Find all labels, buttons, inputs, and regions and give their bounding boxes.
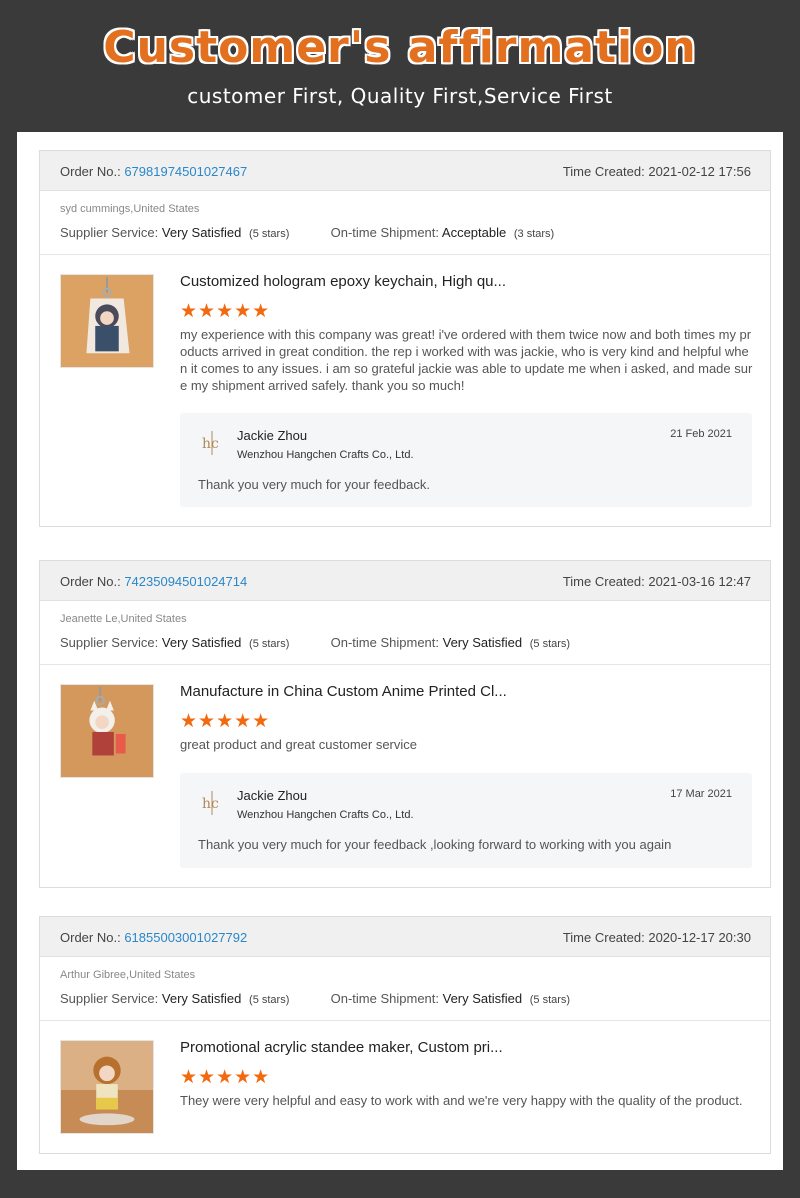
reply-date: 17 Mar 2021 (670, 788, 732, 800)
order-number: Order No.: 67981974501027467 (60, 164, 248, 179)
product-thumbnail[interactable] (60, 1040, 154, 1134)
reply-company: Wenzhou Hangchen Crafts Co., Ltd. (237, 809, 414, 821)
shipment-value: Acceptable (441, 225, 507, 240)
buyer-name: Jeanette Le,United States (60, 613, 187, 625)
supplier-service-value: Very Satisfied (161, 991, 242, 1006)
order-number-link[interactable]: 67981974501027467 (124, 164, 247, 179)
review-comment: my experience with this company was grea… (180, 327, 753, 393)
buyer-name: Arthur Gibree,United States (60, 969, 196, 981)
company-logo-icon: hc (202, 791, 219, 815)
order-number-link[interactable]: 74235094501024714 (124, 574, 247, 589)
reply-message: Thank you very much for your feedback ,l… (198, 837, 672, 852)
svg-text:hc: hc (202, 436, 219, 452)
supplier-reply: hc Jackie Zhou Wenzhou Hangchen Crafts C… (180, 413, 752, 507)
review-card: Order No.: 61855003001027792 Time Create… (39, 916, 771, 1154)
review-card: Order No.: 74235094501024714 Time Create… (39, 560, 771, 888)
supplier-ratings: Supplier Service: Very Satisfied (5 star… (60, 991, 571, 1006)
review-panel-3: Order No.: 61855003001027792 Time Create… (17, 904, 783, 1170)
rating-stars: ★★★★★ (180, 301, 271, 322)
product-thumbnail[interactable] (60, 274, 154, 368)
company-logo-icon: hc (202, 431, 219, 455)
reply-author: Jackie Zhou (237, 788, 308, 803)
review-card: Order No.: 67981974501027467 Time Create… (39, 150, 771, 527)
review-comment: They were very helpful and easy to work … (180, 1093, 743, 1108)
order-number-link[interactable]: 61855003001027792 (124, 930, 247, 945)
review-panel-2: Order No.: 74235094501024714 Time Create… (17, 544, 783, 904)
buyer-info: syd cummings,United States Supplier Serv… (40, 191, 770, 255)
supplier-reply: hc Jackie Zhou Wenzhou Hangchen Crafts C… (180, 773, 752, 868)
reply-company: Wenzhou Hangchen Crafts Co., Ltd. (237, 449, 414, 461)
product-image (61, 685, 153, 777)
order-number: Order No.: 74235094501024714 (60, 574, 248, 589)
card-header: Order No.: 74235094501024714 Time Create… (40, 561, 770, 601)
product-thumbnail[interactable] (60, 684, 154, 778)
page-title: Customer's affirmation (103, 22, 697, 73)
review-comment: great product and great customer service (180, 737, 418, 752)
page-subtitle: customer First, Quality First,Service Fi… (187, 84, 613, 108)
card-header: Order No.: 61855003001027792 Time Create… (40, 917, 770, 957)
product-title[interactable]: Promotional acrylic standee maker, Custo… (180, 1039, 503, 1056)
supplier-ratings: Supplier Service: Very Satisfied (5 star… (60, 635, 571, 650)
time-created: Time Created: 2021-02-12 17:56 (562, 164, 751, 179)
time-created: Time Created: 2021-03-16 12:47 (562, 574, 751, 589)
shipment-value: Very Satisfied (442, 991, 523, 1006)
product-image (61, 275, 153, 367)
reply-author: Jackie Zhou (237, 428, 308, 443)
buyer-info: Jeanette Le,United States Supplier Servi… (40, 601, 770, 665)
buyer-info: Arthur Gibree,United States Supplier Ser… (40, 957, 770, 1021)
product-title[interactable]: Manufacture in China Custom Anime Printe… (180, 683, 507, 700)
time-created: Time Created: 2020-12-17 20:30 (562, 930, 751, 945)
order-number: Order No.: 61855003001027792 (60, 930, 248, 945)
supplier-ratings: Supplier Service: Very Satisfied (5 star… (60, 225, 555, 240)
review-panel-1: Order No.: 67981974501027467 Time Create… (17, 132, 783, 544)
rating-stars: ★★★★★ (180, 711, 271, 732)
buyer-name: syd cummings,United States (60, 203, 200, 215)
supplier-service-value: Very Satisfied (161, 635, 242, 650)
shipment-value: Very Satisfied (442, 635, 523, 650)
card-header: Order No.: 67981974501027467 Time Create… (40, 151, 770, 191)
page-header: Customer's affirmation customer First, Q… (0, 0, 800, 130)
reply-message: Thank you very much for your feedback. (198, 477, 430, 492)
svg-text:hc: hc (202, 796, 219, 812)
product-image (61, 1041, 153, 1133)
rating-stars: ★★★★★ (180, 1067, 271, 1088)
reply-date: 21 Feb 2021 (670, 428, 732, 440)
supplier-service-value: Very Satisfied (161, 225, 242, 240)
product-title[interactable]: Customized hologram epoxy keychain, High… (180, 273, 506, 290)
